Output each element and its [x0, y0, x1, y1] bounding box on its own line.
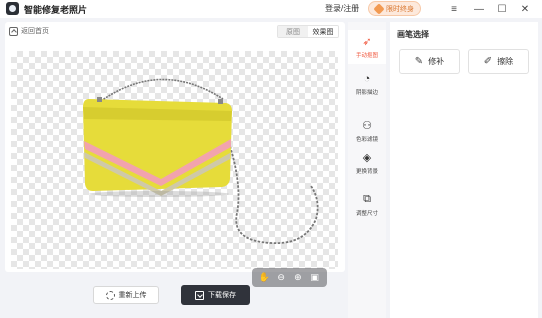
reupload-label: 重新上传 — [118, 292, 147, 299]
paint-bucket-icon: ◈ — [362, 152, 372, 164]
back-home-label: 返回首页 — [21, 28, 49, 35]
tool-change-background[interactable]: ◈ 更换背景 — [348, 146, 386, 180]
fit-icon[interactable]: ▣ — [309, 272, 320, 283]
handbag-image — [83, 78, 319, 244]
zoom-in-icon[interactable]: ⊕ — [292, 272, 303, 283]
repair-label: 修补 — [428, 57, 445, 66]
zoom-toolbar: ✋ ⊖ ⊕ ▣ — [252, 268, 327, 287]
refresh-icon — [105, 290, 115, 300]
title-bar: 智能修复老照片 登录/注册 限时终身 ≡ — ☐ ✕ — [0, 0, 542, 18]
app-title: 智能修复老照片 — [24, 5, 88, 15]
vip-label: 限时终身 — [386, 5, 414, 13]
cursor-icon: ➶ — [362, 36, 372, 48]
tool-manual-cutout[interactable]: ➶ 手动抠图 — [348, 30, 386, 64]
tool-label: 阴影描边 — [355, 90, 378, 96]
tool-shadow-stroke[interactable]: ◔ 阴影描边 — [348, 67, 386, 101]
download-icon — [195, 290, 204, 300]
tool-label: 更换背景 — [355, 169, 378, 175]
tools-sidebar: ➶ 手动抠图 ◔ 阴影描边 ⚇ 色彩滤镜 ◈ 更换背景 ⧉ 调整尺寸 — [348, 22, 386, 318]
minimize-icon[interactable]: — — [472, 2, 486, 16]
app-logo-icon — [6, 2, 19, 15]
download-button[interactable]: 下载保存 — [181, 285, 250, 305]
erase-label: 擦除 — [497, 57, 514, 66]
download-label: 下载保存 — [208, 292, 236, 299]
tab-original[interactable]: 原图 — [278, 26, 308, 37]
hand-icon[interactable]: ✋ — [259, 272, 270, 283]
vip-button[interactable]: 限时终身 — [368, 1, 421, 16]
brush-panel-title: 画笔选择 — [397, 30, 429, 39]
brush-icon: ✎ — [414, 56, 424, 67]
home-icon — [9, 26, 18, 36]
tool-label: 调整尺寸 — [355, 211, 378, 217]
zoom-out-icon[interactable]: ⊖ — [276, 272, 287, 283]
login-register-link[interactable]: 登录/注册 — [325, 3, 359, 14]
resize-icon: ⧉ — [363, 193, 371, 205]
maximize-icon[interactable]: ☐ — [495, 2, 509, 16]
gem-icon — [373, 2, 385, 15]
color-filter-icon: ⚇ — [362, 120, 372, 132]
tool-resize[interactable]: ⧉ 调整尺寸 — [348, 188, 386, 222]
tab-result[interactable]: 效果图 — [308, 26, 338, 37]
shadow-icon: ◔ — [363, 72, 371, 85]
image-canvas[interactable] — [11, 51, 338, 269]
back-home-button[interactable]: 返回首页 — [9, 26, 49, 36]
editor-panel: 返回首页 原图 效果图 ✋ ⊖ ⊕ ▣ — [5, 22, 345, 287]
tool-label: 手动抠图 — [355, 53, 378, 59]
repair-brush-button[interactable]: ✎ 修补 — [399, 49, 460, 74]
brush-panel: 画笔选择 ✎ 修补 ✐ 擦除 — [390, 22, 538, 318]
erase-brush-button[interactable]: ✐ 擦除 — [468, 49, 529, 74]
view-toggle: 原图 效果图 — [277, 25, 339, 38]
tool-label: 色彩滤镜 — [355, 137, 378, 143]
menu-icon[interactable]: ≡ — [447, 2, 461, 16]
close-icon[interactable]: ✕ — [518, 2, 532, 16]
eraser-icon: ✐ — [483, 56, 493, 67]
reupload-button[interactable]: 重新上传 — [93, 286, 159, 304]
tool-color-filter[interactable]: ⚇ 色彩滤镜 — [348, 114, 386, 148]
